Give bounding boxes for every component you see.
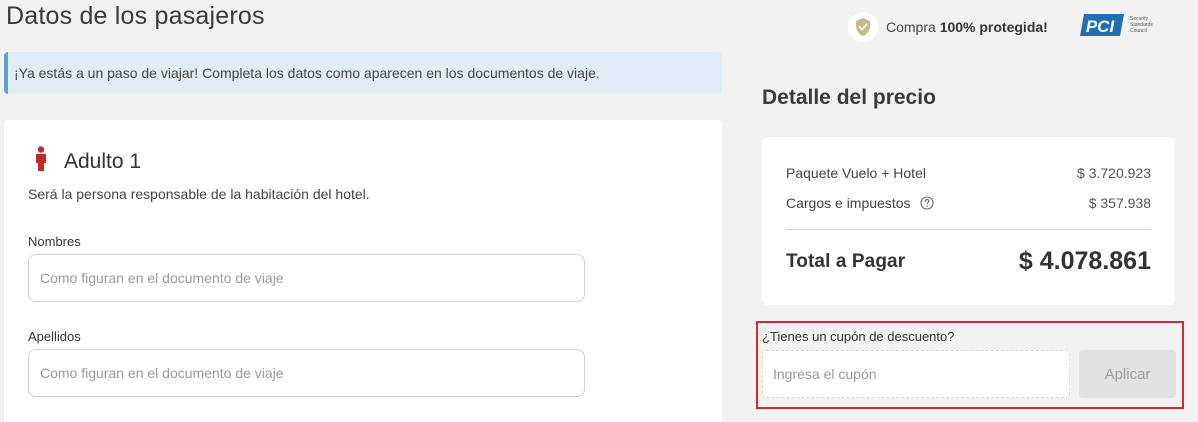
first-name-label: Nombres (28, 234, 81, 249)
pci-logo-text: PCI (1086, 17, 1116, 36)
price-line-label: Paquete Vuelo + Hotel (786, 165, 926, 181)
secure-purchase-prefix: Compra (886, 19, 940, 35)
total-label: Total a Pagar (786, 250, 906, 272)
info-banner-text: ¡Ya estás a un paso de viajar! Completa … (14, 65, 600, 81)
shield-check-icon (848, 12, 878, 42)
apply-coupon-button[interactable]: Aplicar (1079, 350, 1176, 398)
passenger-title: Adulto 1 (64, 149, 142, 173)
price-line-amount: $ 3.720.923 (1077, 165, 1151, 181)
price-line-label: Cargos e impuestos (786, 195, 911, 211)
price-line-amount: $ 357.938 (1088, 195, 1151, 211)
passenger-subtitle: Será la persona responsable de la habita… (28, 186, 370, 202)
secure-purchase-badge: Compra 100% protegida! (848, 12, 1048, 42)
help-circle-icon[interactable] (920, 196, 934, 213)
coupon-section: ¿Tienes un cupón de descuento? Aplicar (756, 321, 1184, 409)
coupon-label: ¿Tienes un cupón de descuento? (762, 329, 955, 344)
passenger-header: Adulto 1 (34, 146, 141, 177)
pci-logo: PCI Security Standards Council (1080, 10, 1176, 40)
secure-purchase-text: Compra 100% protegida! (886, 19, 1048, 35)
person-icon (34, 146, 48, 177)
info-banner: ¡Ya estás a un paso de viajar! Completa … (4, 52, 722, 94)
price-total-row: Total a Pagar $ 4.078.861 (786, 247, 1151, 276)
pci-logo-subtitle: Security Standards Council (1130, 16, 1153, 34)
price-line-label-wrap: Cargos e impuestos (786, 195, 934, 213)
price-line: Cargos e impuestos $ 357.938 (786, 195, 1151, 213)
price-detail-card: Paquete Vuelo + Hotel $ 3.720.923 Cargos… (762, 137, 1175, 305)
coupon-input[interactable] (762, 350, 1070, 398)
price-detail-title: Detalle del precio (762, 86, 936, 109)
secure-purchase-strong: 100% protegida! (939, 19, 1048, 35)
page-title: Datos de los pasajeros (6, 2, 265, 30)
pci-logo-mark: PCI (1080, 14, 1124, 36)
last-name-label: Apellidos (28, 329, 81, 344)
first-name-input[interactable] (28, 254, 585, 302)
last-name-input[interactable] (28, 349, 585, 397)
total-amount: $ 4.078.861 (1018, 247, 1151, 275)
passenger-card: Adulto 1 Será la persona responsable de … (4, 120, 722, 422)
price-divider (786, 229, 1151, 230)
price-line: Paquete Vuelo + Hotel $ 3.720.923 (786, 165, 1151, 181)
